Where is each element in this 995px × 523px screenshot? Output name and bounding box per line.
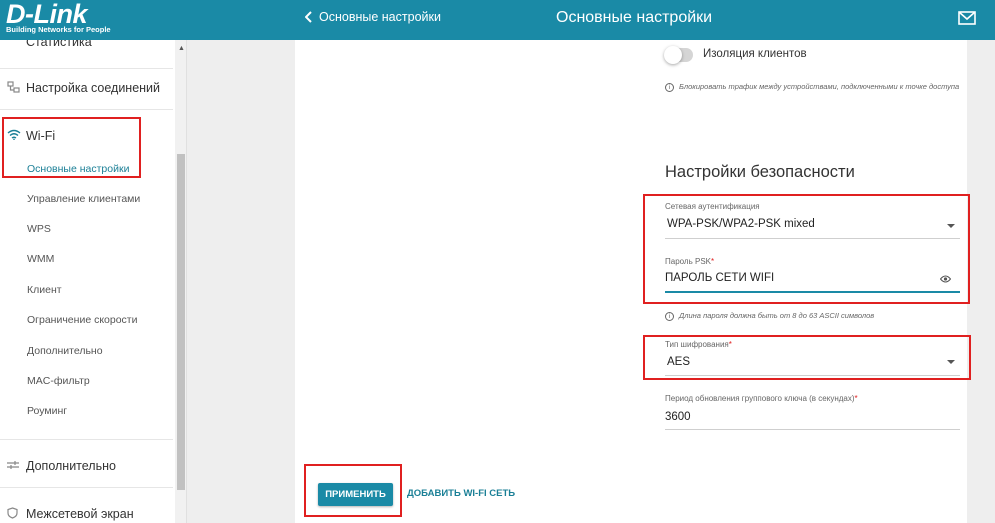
sidebar-item-label: Статистика bbox=[26, 40, 92, 49]
client-isolation-toggle[interactable] bbox=[664, 46, 693, 64]
sidebar-subitem-wmm[interactable]: WMM bbox=[27, 253, 54, 265]
back-button[interactable]: Основные настройки bbox=[305, 10, 441, 24]
psk-hint: i Длина пароля должна быть от 8 до 63 ASC… bbox=[665, 310, 965, 321]
highlight-box-apply bbox=[304, 464, 402, 517]
add-wifi-network-link[interactable]: ДОБАВИТЬ WI-FI СЕТЬ bbox=[407, 488, 515, 499]
divider bbox=[0, 109, 173, 110]
top-bar: D-Link Building Networks for People Осно… bbox=[0, 0, 995, 40]
required-mark: * bbox=[854, 394, 858, 403]
sidebar-scroll-thumb[interactable] bbox=[177, 154, 185, 490]
sidebar: Статистика Настройка соединений Wi-Fi Ос… bbox=[0, 40, 187, 523]
security-section-title: Настройки безопасности bbox=[665, 163, 855, 181]
highlight-box-wifi bbox=[2, 117, 141, 178]
page-title: Основные настройки bbox=[556, 9, 713, 26]
sidebar-subitem-wps[interactable]: WPS bbox=[27, 223, 51, 235]
divider bbox=[0, 439, 173, 440]
divider bbox=[0, 487, 173, 488]
sidebar-subitem-mac-filter[interactable]: MAC-фильтр bbox=[27, 375, 90, 387]
network-icon bbox=[7, 81, 20, 96]
sidebar-subitem-advanced[interactable]: Дополнительно bbox=[27, 345, 103, 357]
client-isolation-label: Изоляция клиентов bbox=[703, 48, 807, 60]
client-isolation-hint: i Блокировать трафик между устройствами, … bbox=[665, 81, 965, 92]
sliders-icon bbox=[7, 459, 19, 473]
sidebar-subitem-client-management[interactable]: Управление клиентами bbox=[27, 193, 140, 205]
group-key-underline bbox=[665, 429, 960, 430]
scroll-up-arrow-icon[interactable]: ▲ bbox=[178, 45, 185, 52]
group-key-label-text: Период обновления группового ключа (в се… bbox=[665, 394, 855, 403]
info-icon: i bbox=[665, 83, 674, 92]
sidebar-subitem-client[interactable]: Клиент bbox=[27, 284, 62, 296]
info-icon: i bbox=[665, 312, 674, 321]
highlight-box-auth-psk bbox=[643, 194, 970, 304]
sidebar-item-label: Настройка соединений bbox=[26, 81, 161, 95]
back-label: Основные настройки bbox=[319, 10, 441, 24]
highlight-box-encryption bbox=[643, 335, 971, 380]
sidebar-subitem-rate-limit[interactable]: Ограничение скорости bbox=[27, 314, 137, 326]
chevron-left-icon bbox=[305, 11, 312, 23]
divider bbox=[0, 68, 173, 69]
group-key-label: Период обновления группового ключа (в се… bbox=[665, 394, 858, 403]
psk-hint-text: Длина пароля должна быть от 8 до 63 ASCI… bbox=[679, 311, 875, 320]
logo-brand: D-Link bbox=[6, 0, 88, 29]
client-isolation-hint-text: Блокировать трафик между устройствами, п… bbox=[679, 82, 960, 91]
mail-icon[interactable] bbox=[958, 11, 976, 25]
toggle-knob bbox=[664, 46, 682, 64]
sidebar-subitem-roaming[interactable]: Роуминг bbox=[27, 405, 67, 417]
sidebar-item-label: Межсетевой экран bbox=[26, 507, 134, 521]
group-key-input[interactable]: 3600 bbox=[665, 411, 691, 423]
shield-icon bbox=[7, 507, 18, 522]
logo-tagline: Building Networks for People bbox=[6, 25, 111, 34]
sidebar-item-label: Дополнительно bbox=[26, 459, 116, 473]
dlink-logo[interactable]: D-Link Building Networks for People bbox=[6, 0, 114, 34]
